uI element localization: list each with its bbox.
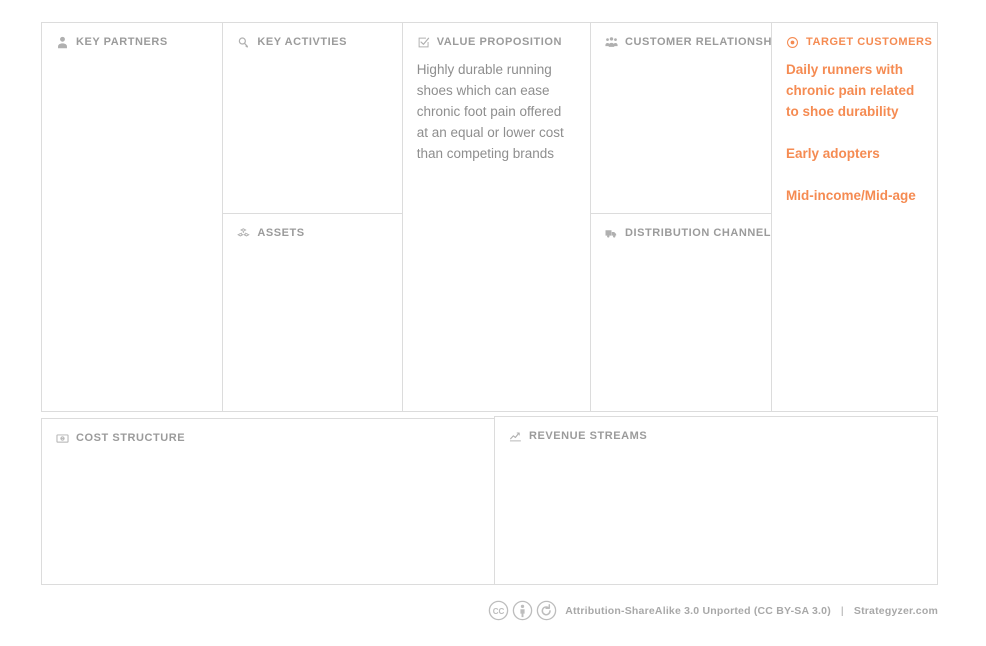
- canvas-block-customer-relationships[interactable]: CUSTOMER RELATIONSHIPS: [591, 23, 771, 214]
- block-title: REVENUE STREAMS: [529, 430, 648, 442]
- block-header: KEY ACTIVTIES: [237, 35, 387, 49]
- canvas-column-target-customers: TARGET CUSTOMERS Daily runners with chro…: [772, 23, 937, 411]
- canvas-top-row: KEY PARTNERS KEY ACTIVTIES ASSETS VALUE …: [41, 22, 938, 412]
- list-item: Early adopters: [786, 146, 880, 161]
- footer-separator: |: [840, 604, 844, 617]
- canvas-column-customer-relationships: CUSTOMER RELATIONSHIPS DISTRIBUTION CHAN…: [591, 23, 772, 411]
- canvas-block-value-proposition[interactable]: VALUE PROPOSITION Highly durable running…: [403, 23, 590, 411]
- block-header: CUSTOMER RELATIONSHIPS: [605, 35, 771, 49]
- truck-icon: [605, 227, 618, 240]
- canvas-column-key-activities: KEY ACTIVTIES ASSETS: [223, 23, 403, 411]
- list-item: Daily runners with chronic pain related …: [786, 62, 915, 119]
- block-title: VALUE PROPOSITION: [436, 36, 562, 48]
- canvas-block-key-activities[interactable]: KEY ACTIVTIES: [223, 23, 402, 214]
- block-header: REVENUE STREAMS: [509, 429, 923, 443]
- block-header: ASSETS: [237, 226, 387, 240]
- magnifier-icon: [237, 36, 250, 49]
- list-item: Mid-income/Mid-age: [786, 188, 916, 203]
- block-title: COST STRUCTURE: [76, 432, 186, 444]
- block-title: CUSTOMER RELATIONSHIPS: [625, 36, 771, 48]
- block-title: ASSETS: [257, 227, 305, 239]
- canvas-block-cost-structure[interactable]: COST STRUCTURE: [41, 418, 495, 585]
- cubes-icon: [237, 227, 251, 240]
- money-note-icon: [56, 432, 69, 445]
- block-content: Highly durable running shoes which can e…: [416, 62, 564, 161]
- canvas-block-target-customers[interactable]: TARGET CUSTOMERS Daily runners with chro…: [772, 23, 937, 411]
- canvas-block-revenue-streams[interactable]: REVENUE STREAMS: [494, 416, 938, 585]
- block-header: TARGET CUSTOMERS: [786, 35, 932, 49]
- bullseye-icon: [786, 36, 799, 49]
- license-text: Attribution-ShareAlike 3.0 Unported (CC …: [565, 604, 831, 617]
- canvas-column-value-proposition: VALUE PROPOSITION Highly durable running…: [403, 23, 591, 411]
- share-alike-icon: [536, 600, 557, 621]
- svg-text:CC: CC: [493, 607, 505, 616]
- target-customer-notes: Daily runners with chronic pain related …: [786, 59, 923, 206]
- block-title: KEY PARTNERS: [76, 36, 168, 48]
- creative-commons-badges: CC: [488, 600, 557, 621]
- block-title: DISTRIBUTION CHANNELS: [625, 227, 771, 239]
- block-header: DISTRIBUTION CHANNELS: [605, 226, 771, 240]
- block-title: TARGET CUSTOMERS: [806, 36, 933, 48]
- canvas-block-assets[interactable]: ASSETS: [223, 214, 401, 411]
- block-header: KEY PARTNERS: [56, 35, 208, 49]
- line-chart-icon: [509, 430, 522, 443]
- license-footer: CC Attribution-ShareAlike 3.0 Unported (…: [41, 600, 938, 621]
- canvas-block-distribution-channels[interactable]: DISTRIBUTION CHANNELS: [591, 214, 771, 411]
- canvas-block-key-partners[interactable]: KEY PARTNERS: [42, 23, 222, 411]
- people-group-icon: [605, 36, 618, 49]
- checked-box-icon: [417, 36, 430, 49]
- block-title: KEY ACTIVTIES: [257, 36, 348, 48]
- block-header: COST STRUCTURE: [56, 431, 480, 445]
- by-person-icon: [512, 600, 533, 621]
- canvas-column-key-partners: KEY PARTNERS: [42, 23, 224, 411]
- cc-icon: CC: [488, 600, 509, 621]
- brand-link[interactable]: Strategyzer.com: [854, 605, 938, 617]
- block-header: VALUE PROPOSITION: [417, 35, 576, 49]
- person-icon: [56, 36, 69, 49]
- business-model-canvas: KEY PARTNERS KEY ACTIVTIES ASSETS VALUE …: [0, 0, 986, 646]
